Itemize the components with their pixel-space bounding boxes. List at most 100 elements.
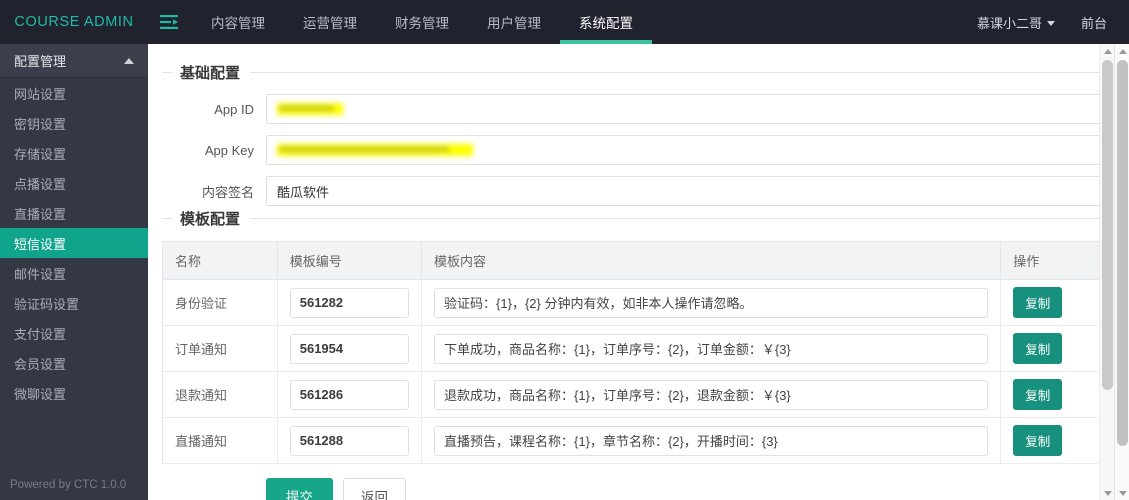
content-scrollbar[interactable] [1099,44,1114,500]
template-code-input[interactable] [289,379,410,410]
column-header-body: 模板内容 [421,242,1002,280]
form-actions: 提交 返回 [162,478,1100,500]
tab-content-management[interactable]: 内容管理 [192,0,284,44]
template-config-section: 模板配置 名称 模板编号 模板内容 操作 身份验证 561282 验证码：{1}… [162,208,1100,464]
sidebar-item-member-settings[interactable]: 会员设置 [0,348,148,378]
sidebar-item-live-settings[interactable]: 直播设置 [0,198,148,228]
copy-button[interactable]: 复制 [1013,333,1063,364]
sidebar-item-label: 微聊设置 [14,386,67,402]
submit-button[interactable]: 提交 [266,478,333,500]
template-code-input[interactable] [289,333,410,364]
template-body-input[interactable] [434,425,989,456]
tab-label: 内容管理 [211,16,265,31]
user-name: 慕课小二哥 [976,15,1042,31]
template-code-input[interactable] [289,287,410,318]
row-action-cell: 复制 [1000,417,1099,464]
navbar-right-group: 慕课小二哥 前台 [965,0,1129,44]
sidebar-group-config[interactable]: 配置管理 [0,44,148,78]
sidebar-item-chat-settings[interactable]: 微聊设置 [0,378,148,408]
chevron-up-icon [124,57,134,64]
tab-operations-management[interactable]: 运营管理 [284,0,376,44]
brand-label: COURSE ADMIN [14,14,134,30]
user-menu[interactable]: 慕课小二哥 [965,13,1067,32]
sidebar-item-label: 密钥设置 [14,116,67,132]
form-row-app-id: App ID xxxxxxxxxxx [162,94,1100,124]
page-scrollbar[interactable] [1114,44,1129,500]
basic-config-section: 基础配置 App ID xxxxxxxxxxx App Key xxxxxxxx… [162,62,1100,206]
copy-button[interactable]: 复制 [1013,379,1063,410]
tab-user-management[interactable]: 用户管理 [468,0,560,44]
sidebar-item-website-settings[interactable]: 网站设置 [0,78,148,108]
row-code-cell [277,371,423,418]
sidebar-item-captcha-settings[interactable]: 验证码设置 [0,288,148,318]
sidebar-item-label: 短信设置 [14,236,67,252]
app-id-input[interactable]: xxxxxxxxxxx [266,94,1100,124]
row-code-cell [277,417,423,464]
main-content: 基础配置 App ID xxxxxxxxxxx App Key xxxxxxxx… [148,44,1114,500]
row-action-cell: 复制 [1000,279,1099,326]
column-header-action: 操作 [1000,242,1099,280]
sidebar-item-label: 支付设置 [14,326,67,342]
app-id-redacted-value: xxxxxxxxxxx [277,103,343,115]
tab-label: 财务管理 [395,16,449,31]
row-name: 身份验证 [163,279,278,326]
tab-label: 用户管理 [487,16,541,31]
scroll-up-arrow-icon[interactable] [1100,44,1115,58]
scrollbar-thumb[interactable] [1102,60,1113,390]
sidebar-item-storage-settings[interactable]: 存储设置 [0,138,148,168]
content-signature-input[interactable]: 酷瓜软件 [266,176,1100,206]
sidebar-item-vod-settings[interactable]: 点播设置 [0,168,148,198]
sidebar-item-label: 直播设置 [14,206,67,222]
column-header-name: 名称 [163,242,278,280]
table-header-row: 名称 模板编号 模板内容 操作 [163,242,1099,280]
tab-finance-management[interactable]: 财务管理 [376,0,468,44]
table-row: 身份验证 复制 [163,279,1099,326]
sidebar-item-key-settings[interactable]: 密钥设置 [0,108,148,138]
sidebar-item-label: 邮件设置 [14,266,67,282]
form-row-app-key: App Key xxxxxxxxxxxxxxxxxxxxxxxxxxxxxxxx… [162,135,1100,165]
tab-label: 运营管理 [303,16,357,31]
sidebar-item-sms-settings[interactable]: 短信设置 [0,228,148,258]
top-navbar: COURSE ADMIN 内容管理 运营管理 财务管理 用户管理 系统配置 慕课… [0,0,1129,44]
template-body-input[interactable] [434,333,989,364]
brand-logo[interactable]: COURSE ADMIN [0,0,148,44]
template-table-container: 名称 模板编号 模板内容 操作 身份验证 561282 验证码：{1}，{2} … [162,241,1100,464]
template-config-legend: 模板配置 [180,211,241,228]
template-body-input[interactable] [434,379,989,410]
menu-fold-button[interactable] [148,0,192,44]
copy-button[interactable]: 复制 [1013,425,1063,456]
table-row: 退款通知 复制 [163,371,1099,418]
tab-system-settings[interactable]: 系统配置 [560,0,652,44]
template-code-input[interactable] [289,425,410,456]
content-signature-label: 内容签名 [201,184,254,200]
sidebar: 配置管理 网站设置 密钥设置 存储设置 点播设置 直播设置 短信设置 邮件设置 … [0,44,148,500]
scroll-up-arrow-icon[interactable] [1115,44,1129,58]
row-body-cell [421,325,1002,372]
table-row: 直播通知 复制 [163,417,1099,464]
sidebar-item-payment-settings[interactable]: 支付设置 [0,318,148,348]
sidebar-item-label: 点播设置 [14,176,67,192]
sidebar-group-label: 配置管理 [14,54,67,69]
app-key-redacted-value: xxxxxxxxxxxxxxxxxxxxxxxxxxxxxxxxxx [277,144,473,156]
row-name: 直播通知 [163,417,278,464]
row-body-cell [421,371,1002,418]
scrollbar-thumb[interactable] [1117,60,1128,446]
sidebar-item-email-settings[interactable]: 邮件设置 [0,258,148,288]
scroll-down-arrow-icon[interactable] [1100,486,1115,500]
template-body-input[interactable] [434,287,989,318]
back-button[interactable]: 返回 [343,478,406,500]
frontend-link[interactable]: 前台 [1067,13,1113,32]
column-header-code: 模板编号 [277,242,423,280]
table-row: 订单通知 复制 [163,325,1099,372]
frontend-link-label: 前台 [1080,15,1107,31]
template-table: 名称 模板编号 模板内容 操作 身份验证 561282 验证码：{1}，{2} … [163,242,1099,464]
tab-label: 系统配置 [579,16,633,31]
chevron-down-icon [1046,20,1055,26]
sidebar-item-label: 网站设置 [14,86,67,102]
copy-button[interactable]: 复制 [1013,287,1063,318]
scroll-down-arrow-icon[interactable] [1115,486,1129,500]
row-body-cell [421,417,1002,464]
row-name: 退款通知 [163,371,278,418]
app-key-input[interactable]: xxxxxxxxxxxxxxxxxxxxxxxxxxxxxxxxxx [266,135,1100,165]
row-code-cell [277,279,423,326]
